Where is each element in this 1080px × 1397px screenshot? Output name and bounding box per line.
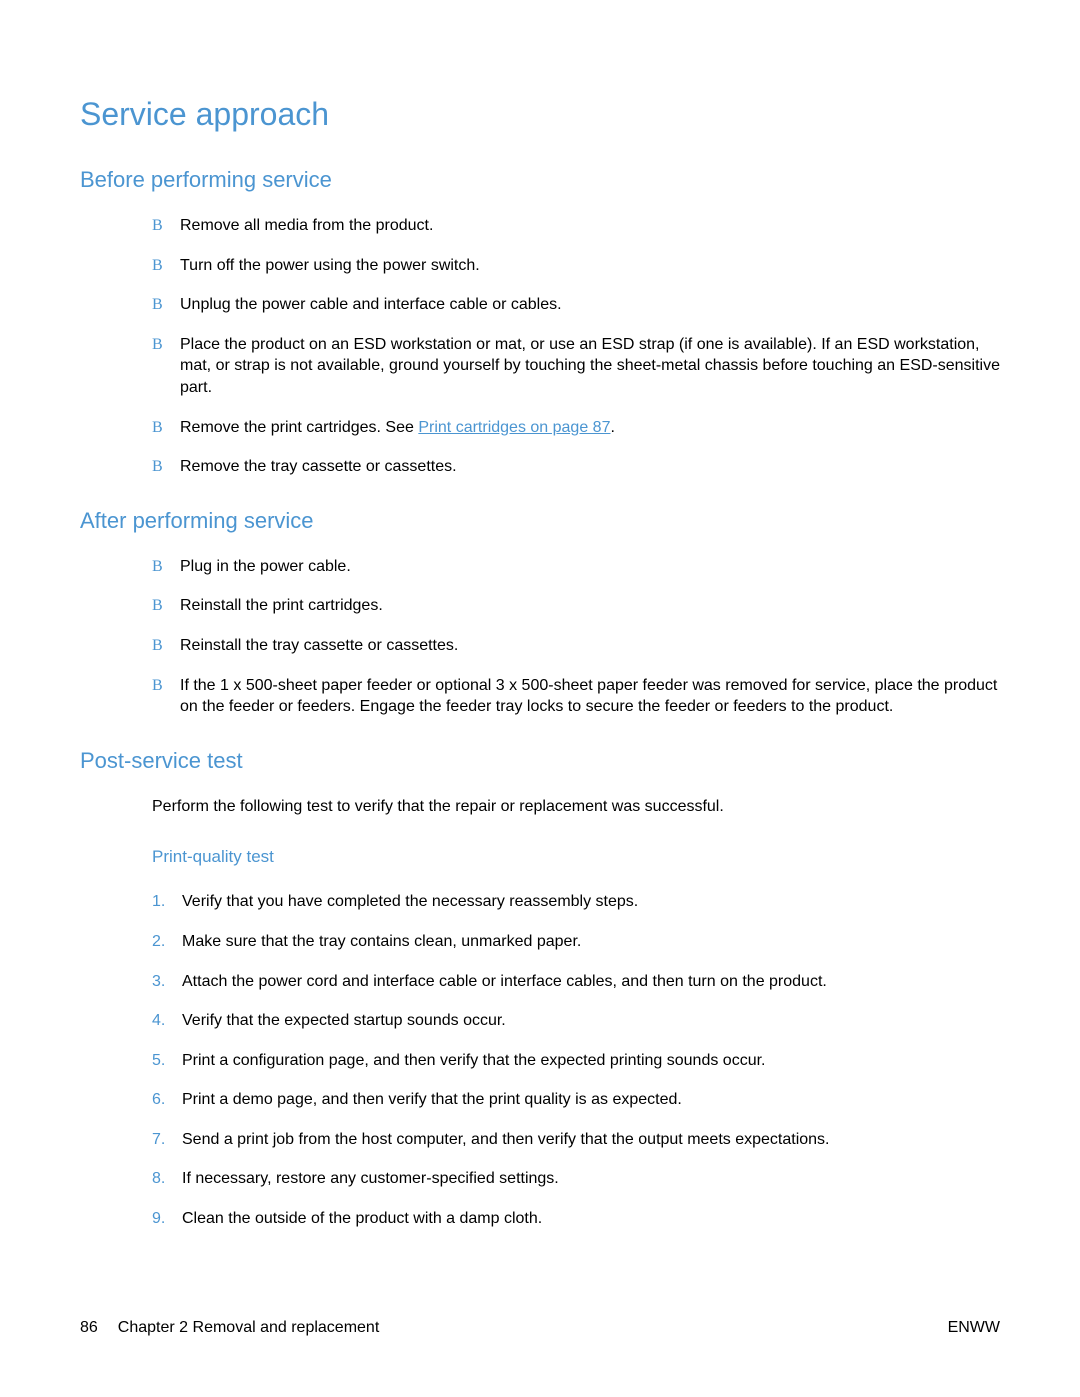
step-number: 3. (152, 971, 182, 993)
step-number: 2. (152, 931, 182, 953)
step-item: 8.If necessary, restore any customer-spe… (152, 1168, 1000, 1190)
bullet-icon: B (152, 215, 180, 237)
step-item: 6.Print a demo page, and then verify tha… (152, 1089, 1000, 1111)
page-number: 86 (80, 1319, 98, 1337)
step-number: 4. (152, 1010, 182, 1032)
list-item-text: Remove all media from the product. (180, 215, 1000, 237)
step-text: If necessary, restore any customer-speci… (182, 1168, 1000, 1190)
print-cartridges-link[interactable]: Print cartridges on page 87 (418, 419, 610, 436)
list-item: BPlug in the power cable. (152, 556, 1000, 578)
list-item-text: Reinstall the print cartridges. (180, 595, 1000, 617)
print-quality-steps: 1.Verify that you have completed the nec… (152, 891, 1000, 1229)
list-item-text: Unplug the power cable and interface cab… (180, 294, 1000, 316)
step-text: Print a demo page, and then verify that … (182, 1089, 1000, 1111)
list-item: BIf the 1 x 500-sheet paper feeder or op… (152, 675, 1000, 718)
section-after-heading: After performing service (80, 508, 1000, 534)
list-item-text: Turn off the power using the power switc… (180, 255, 1000, 277)
step-item: 2.Make sure that the tray contains clean… (152, 931, 1000, 953)
step-item: 4.Verify that the expected startup sound… (152, 1010, 1000, 1032)
before-list: BRemove all media from the product.BTurn… (152, 215, 1000, 478)
list-item-text: Remove the tray cassette or cassettes. (180, 456, 1000, 478)
list-item: BPlace the product on an ESD workstation… (152, 334, 1000, 399)
section-before-heading: Before performing service (80, 167, 1000, 193)
step-item: 9.Clean the outside of the product with … (152, 1208, 1000, 1230)
bullet-icon: B (152, 556, 180, 578)
step-text: Send a print job from the host computer,… (182, 1129, 1000, 1151)
step-text: Make sure that the tray contains clean, … (182, 931, 1000, 953)
list-item-text: Reinstall the tray cassette or cassettes… (180, 635, 1000, 657)
chapter-label: Chapter 2 Removal and replacement (118, 1319, 379, 1337)
list-item: BRemove the tray cassette or cassettes. (152, 456, 1000, 478)
step-item: 1.Verify that you have completed the nec… (152, 891, 1000, 913)
bullet-icon: B (152, 417, 180, 439)
list-item: BUnplug the power cable and interface ca… (152, 294, 1000, 316)
step-text: Verify that the expected startup sounds … (182, 1010, 1000, 1032)
step-item: 5.Print a configuration page, and then v… (152, 1050, 1000, 1072)
page-footer: 86 Chapter 2 Removal and replacement ENW… (80, 1319, 1000, 1337)
step-number: 9. (152, 1208, 182, 1230)
step-item: 7.Send a print job from the host compute… (152, 1129, 1000, 1151)
step-text: Verify that you have completed the neces… (182, 891, 1000, 913)
section-post-heading: Post-service test (80, 748, 1000, 774)
post-intro: Perform the following test to verify tha… (152, 796, 1000, 818)
list-item-text: Plug in the power cable. (180, 556, 1000, 578)
step-number: 6. (152, 1089, 182, 1111)
list-item: BRemove all media from the product. (152, 215, 1000, 237)
after-list: BPlug in the power cable.BReinstall the … (152, 556, 1000, 718)
list-item: BReinstall the print cartridges. (152, 595, 1000, 617)
list-item-text: If the 1 x 500-sheet paper feeder or opt… (180, 675, 1000, 718)
bullet-icon: B (152, 675, 180, 697)
step-number: 5. (152, 1050, 182, 1072)
bullet-icon: B (152, 294, 180, 316)
page-title: Service approach (80, 96, 1000, 133)
step-number: 8. (152, 1168, 182, 1190)
step-number: 1. (152, 891, 182, 913)
step-text: Print a configuration page, and then ver… (182, 1050, 1000, 1072)
list-item: BRemove the print cartridges. See Print … (152, 417, 1000, 439)
footer-right: ENWW (948, 1319, 1000, 1337)
list-item: BTurn off the power using the power swit… (152, 255, 1000, 277)
bullet-icon: B (152, 334, 180, 356)
bullet-icon: B (152, 456, 180, 478)
step-number: 7. (152, 1129, 182, 1151)
list-item-text: Remove the print cartridges. See Print c… (180, 417, 1000, 439)
step-text: Attach the power cord and interface cabl… (182, 971, 1000, 993)
step-item: 3.Attach the power cord and interface ca… (152, 971, 1000, 993)
print-quality-heading: Print-quality test (152, 847, 1000, 867)
bullet-icon: B (152, 635, 180, 657)
bullet-icon: B (152, 595, 180, 617)
bullet-icon: B (152, 255, 180, 277)
step-text: Clean the outside of the product with a … (182, 1208, 1000, 1230)
list-item: BReinstall the tray cassette or cassette… (152, 635, 1000, 657)
list-item-text: Place the product on an ESD workstation … (180, 334, 1000, 399)
